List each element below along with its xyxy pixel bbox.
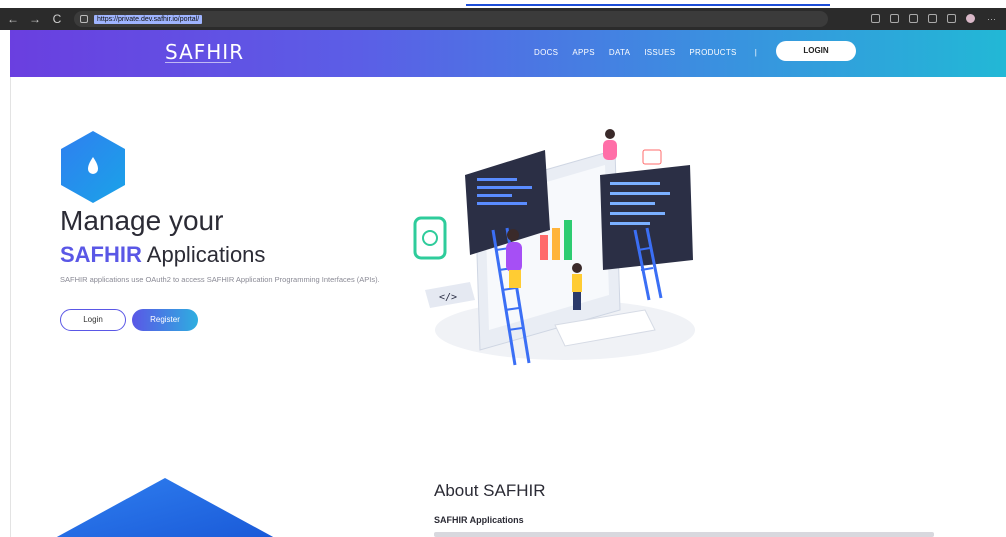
extensions-icon[interactable] (909, 14, 918, 23)
about-subtitle: SAFHIR Applications (434, 515, 524, 525)
address-bar[interactable]: https://private.dev.safhir.io/portal/ (74, 11, 828, 27)
menu-apps[interactable]: APPS (572, 48, 595, 57)
menu-products[interactable]: PRODUCTS (689, 48, 736, 57)
more-menu-icon[interactable]: ··· (987, 14, 996, 24)
login-button[interactable]: Login (60, 309, 126, 331)
url-text[interactable]: https://private.dev.safhir.io/portal/ (94, 14, 203, 24)
hero-title: Manage your (60, 205, 224, 236)
grid-icon[interactable] (890, 14, 899, 23)
about-title: About SAFHIR (434, 481, 546, 500)
reload-icon[interactable]: C (48, 10, 66, 28)
hero-brand: SAFHIR (60, 242, 142, 267)
favorites-icon[interactable] (928, 14, 937, 23)
register-button[interactable]: Register (132, 309, 198, 331)
profile-avatar-icon[interactable] (966, 14, 975, 23)
site-header: SAFHIR DOCS APPS DATA ISSUES PRODUCTS | … (10, 30, 1006, 77)
browser-tools: ··· (871, 14, 996, 24)
document-link-underline (466, 4, 830, 6)
svg-text:</>: </> (439, 292, 457, 303)
about-text-cutoff (434, 532, 934, 537)
menu-data[interactable]: DATA (609, 48, 630, 57)
menu-issues[interactable]: ISSUES (644, 48, 675, 57)
content-frame-border (10, 30, 11, 537)
main-menu: DOCS APPS DATA ISSUES PRODUCTS | (534, 48, 761, 57)
menu-docs[interactable]: DOCS (534, 48, 558, 57)
safhir-hexagon-icon (61, 131, 125, 203)
browser-toolbar: ← → C https://private.dev.safhir.io/port… (0, 8, 1006, 30)
logo-tagline (165, 62, 231, 65)
forward-icon[interactable]: → (26, 10, 44, 28)
site-logo[interactable]: SAFHIR (165, 40, 244, 64)
back-icon[interactable]: ← (4, 10, 22, 28)
hero-subtitle: SAFHIR Applications (60, 242, 265, 268)
developer-illustration: </> (413, 129, 695, 366)
hero-description: SAFHIR applications use OAuth2 to access… (60, 275, 380, 284)
header-login-button[interactable]: LOGIN (776, 41, 856, 61)
lock-icon (80, 15, 88, 23)
collections-icon[interactable] (947, 14, 956, 23)
hero-subtitle-rest: Applications (141, 242, 266, 267)
screen-icon[interactable] (871, 14, 880, 23)
about-hexagon-graphic (56, 478, 274, 537)
menu-separator: | (754, 48, 757, 57)
